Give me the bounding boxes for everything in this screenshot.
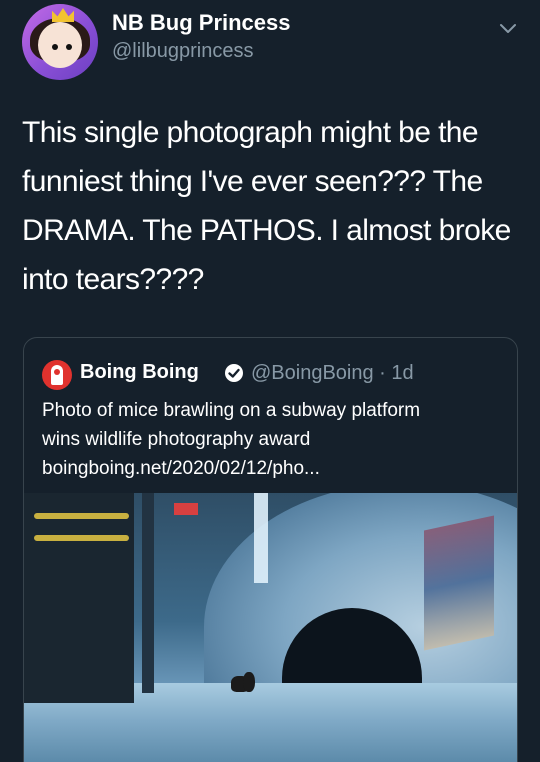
logo-figure bbox=[51, 365, 63, 385]
quoted-tweet-text: Photo of mice brawling on a subway platf… bbox=[42, 396, 502, 483]
boing-boing-logo-icon[interactable] bbox=[42, 360, 72, 390]
quoted-text-line: wins wildlife photography award bbox=[42, 429, 311, 450]
author-handle[interactable]: @lilbugprincess bbox=[112, 40, 253, 63]
author-avatar[interactable] bbox=[22, 4, 98, 80]
tweet-card: NB Bug Princess @lilbugprincess This sin… bbox=[0, 0, 540, 762]
avatar-face bbox=[38, 22, 82, 68]
photo-pillar bbox=[142, 493, 154, 693]
quoted-tweet[interactable]: Boing Boing @BoingBoing · 1d Photo of mi… bbox=[23, 337, 518, 762]
avatar-eye bbox=[66, 44, 72, 50]
verified-badge-icon bbox=[225, 364, 243, 382]
photo-poster bbox=[424, 515, 494, 651]
chevron-down-icon[interactable] bbox=[496, 18, 520, 38]
photo-bench-rail bbox=[34, 513, 129, 519]
photo-sign bbox=[174, 503, 198, 515]
photo-bench bbox=[24, 493, 134, 703]
quoted-display-name[interactable]: Boing Boing bbox=[80, 361, 199, 384]
photo-bench-rail bbox=[34, 535, 129, 541]
photo-light-stripe bbox=[254, 493, 268, 583]
tweet-text: This single photograph might be the funn… bbox=[22, 116, 511, 296]
quoted-text-line: Photo of mice brawling on a subway platf… bbox=[42, 400, 421, 421]
author-display-name[interactable]: NB Bug Princess bbox=[112, 10, 291, 36]
avatar-crown bbox=[52, 8, 74, 22]
quoted-link[interactable]: boingboing.net/2020/02/12/pho... bbox=[42, 454, 502, 483]
photo-mouse bbox=[243, 672, 255, 692]
avatar-eye bbox=[52, 44, 58, 50]
subway-mice-photo[interactable] bbox=[24, 493, 517, 762]
quoted-handle-time: @BoingBoing · 1d bbox=[251, 362, 414, 384]
